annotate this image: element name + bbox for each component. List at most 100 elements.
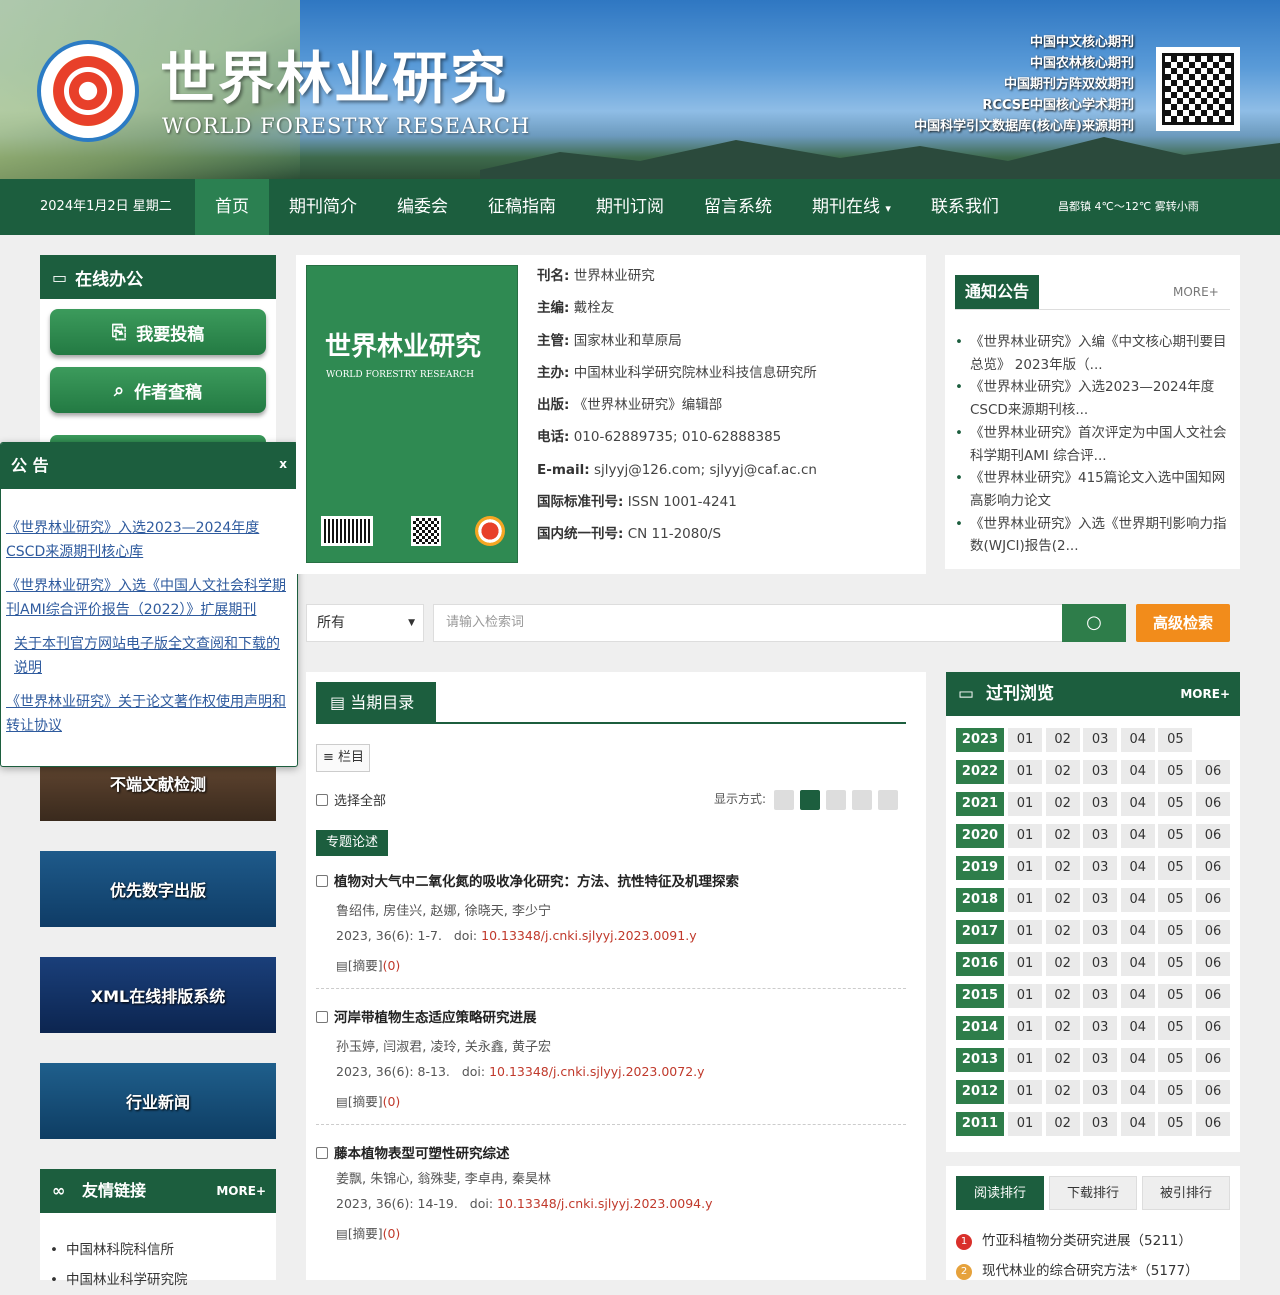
issue-link[interactable]: 02 [1045, 1112, 1080, 1136]
issue-link[interactable]: 02 [1045, 856, 1080, 880]
issue-link[interactable]: 01 [1008, 792, 1042, 816]
issue-link[interactable]: 05 [1158, 856, 1193, 880]
issue-link[interactable]: 06 [1195, 888, 1230, 912]
priority-publish-banner[interactable]: 优先数字出版 [40, 851, 276, 927]
issue-link[interactable]: 04 [1120, 1080, 1155, 1104]
issue-link[interactable]: 02 [1045, 1016, 1080, 1040]
issue-link[interactable]: 01 [1008, 1080, 1042, 1104]
issue-link[interactable]: 01 [1008, 760, 1042, 784]
issue-link[interactable]: 06 [1195, 984, 1230, 1008]
year-link[interactable]: 2022 [956, 760, 1004, 784]
year-link[interactable]: 2011 [956, 1112, 1004, 1136]
issue-link[interactable]: 05 [1158, 952, 1193, 976]
issue-link[interactable]: 02 [1045, 984, 1080, 1008]
issue-link[interactable]: 06 [1195, 1016, 1230, 1040]
issue-link[interactable]: 02 [1045, 792, 1080, 816]
search-scope-select[interactable]: 所有 ▼ [306, 604, 424, 642]
issue-link[interactable]: 03 [1083, 824, 1118, 848]
issue-link[interactable]: 03 [1083, 1112, 1118, 1136]
column-filter-button[interactable]: ≡ 栏目 [316, 744, 370, 772]
issue-link[interactable]: 03 [1083, 1080, 1118, 1104]
year-link[interactable]: 2012 [956, 1080, 1004, 1104]
issue-link[interactable]: 03 [1083, 760, 1118, 784]
issue-link[interactable]: 01 [1008, 1048, 1042, 1072]
year-link[interactable]: 2013 [956, 1048, 1004, 1072]
issue-link[interactable]: 01 [1008, 952, 1042, 976]
issue-link[interactable]: 06 [1195, 760, 1230, 784]
issue-link[interactable]: 03 [1083, 888, 1118, 912]
year-link[interactable]: 2015 [956, 984, 1004, 1008]
issue-link[interactable]: 05 [1158, 1016, 1193, 1040]
nav-message[interactable]: 留言系统 [684, 179, 792, 235]
nav-about[interactable]: 期刊简介 [269, 179, 377, 235]
issue-link[interactable]: 03 [1083, 728, 1118, 752]
issue-link[interactable]: 04 [1120, 760, 1155, 784]
issue-link[interactable]: 04 [1120, 888, 1155, 912]
issue-link[interactable]: 06 [1195, 1080, 1230, 1104]
nav-editorial-board[interactable]: 编委会 [377, 179, 468, 235]
rank-item[interactable]: 1 竹亚科植物分类研究进展（5211） [956, 1226, 1199, 1256]
year-link[interactable]: 2020 [956, 824, 1004, 848]
issue-link[interactable]: 05 [1158, 760, 1193, 784]
year-link[interactable]: 2018 [956, 888, 1004, 912]
issue-link[interactable]: 01 [1008, 1112, 1042, 1136]
issue-link[interactable]: 04 [1120, 824, 1155, 848]
notice-item[interactable]: 《世界林业研究》415篇论文入选中国知网高影响力论文 [955, 467, 1230, 512]
issue-link[interactable]: 05 [1158, 1048, 1193, 1072]
issue-link[interactable]: 04 [1120, 1048, 1155, 1072]
year-link[interactable]: 2016 [956, 952, 1004, 976]
notice-item[interactable]: 《世界林业研究》入选《世界期刊影响力指数(WJCI)报告(2... [955, 513, 1230, 558]
friend-link-item[interactable]: 中国林科院科信所 [50, 1235, 276, 1265]
issue-link[interactable]: 03 [1083, 984, 1118, 1008]
year-link[interactable]: 2021 [956, 792, 1004, 816]
search-input[interactable]: 请输入检索词 [433, 604, 1063, 642]
issue-link[interactable]: 01 [1008, 856, 1042, 880]
issue-link[interactable]: 06 [1195, 952, 1230, 976]
nav-online[interactable]: 期刊在线 ▾ [792, 179, 911, 235]
issue-link[interactable]: 06 [1195, 920, 1230, 944]
notice-title[interactable]: 通知公告 [955, 275, 1039, 309]
article-checkbox[interactable] [316, 1147, 328, 1159]
abstract-link[interactable]: ▤[摘要](0) [336, 1092, 906, 1112]
year-link[interactable]: 2017 [956, 920, 1004, 944]
issue-link[interactable]: 02 [1045, 952, 1080, 976]
issue-link[interactable]: 01 [1008, 888, 1042, 912]
notice-item[interactable]: 《世界林业研究》首次评定为中国人文社会科学期刊AMI 综合评... [955, 422, 1230, 467]
advanced-search-button[interactable]: 高级检索 [1136, 604, 1230, 642]
nav-guidelines[interactable]: 征稿指南 [468, 179, 576, 235]
issue-link[interactable]: 01 [1008, 1016, 1042, 1040]
notice-item[interactable]: 《世界林业研究》入编《中文核心期刊要目总览》 2023年版（... [955, 331, 1230, 376]
issue-link[interactable]: 04 [1120, 952, 1155, 976]
notice-item[interactable]: 《世界林业研究》入选2023—2024年度CSCD来源期刊核... [955, 376, 1230, 421]
issue-link[interactable]: 05 [1158, 1080, 1193, 1104]
close-icon[interactable]: x [279, 443, 287, 487]
popup-item[interactable]: 《世界林业研究》关于论文著作权使用声明和转让协议 [6, 690, 293, 738]
issue-link[interactable]: 01 [1008, 824, 1042, 848]
issue-link[interactable]: 01 [1008, 920, 1042, 944]
issue-link[interactable]: 01 [1008, 984, 1042, 1008]
article-checkbox[interactable] [316, 875, 328, 887]
issue-link[interactable]: 05 [1158, 792, 1193, 816]
issue-link[interactable]: 03 [1083, 1016, 1118, 1040]
issue-link[interactable]: 05 [1158, 728, 1193, 752]
search-button[interactable]: ○ [1062, 604, 1126, 642]
issue-link[interactable]: 06 [1195, 1048, 1230, 1072]
submit-paper-button[interactable]: ⎘ 我要投稿 [50, 309, 266, 355]
issue-link[interactable]: 03 [1083, 1048, 1118, 1072]
issue-link[interactable]: 02 [1045, 824, 1080, 848]
abstract-link[interactable]: ▤[摘要](0) [336, 1224, 906, 1244]
issue-link[interactable]: 02 [1045, 920, 1080, 944]
xml-typesetting-banner[interactable]: XML在线排版系统 [40, 957, 276, 1033]
friend-link-item[interactable]: 中国林业科学研究院 [50, 1265, 276, 1295]
issue-link[interactable]: 03 [1083, 952, 1118, 976]
article-title[interactable]: 河岸带植物生态适应策略研究进展 [316, 1008, 906, 1028]
issue-link[interactable]: 05 [1158, 888, 1193, 912]
abstract-view-icon[interactable] [826, 790, 846, 810]
tab-download-rank[interactable]: 下载排行 [1049, 1176, 1137, 1210]
nav-contact[interactable]: 联系我们 [911, 179, 1019, 235]
tab-read-rank[interactable]: 阅读排行 [956, 1176, 1044, 1210]
rss-icon[interactable] [878, 790, 898, 810]
issue-link[interactable]: 05 [1158, 824, 1193, 848]
issue-link[interactable]: 04 [1120, 728, 1155, 752]
doi-link[interactable]: 10.13348/j.cnki.sjlyyj.2023.0091.y [481, 928, 696, 943]
